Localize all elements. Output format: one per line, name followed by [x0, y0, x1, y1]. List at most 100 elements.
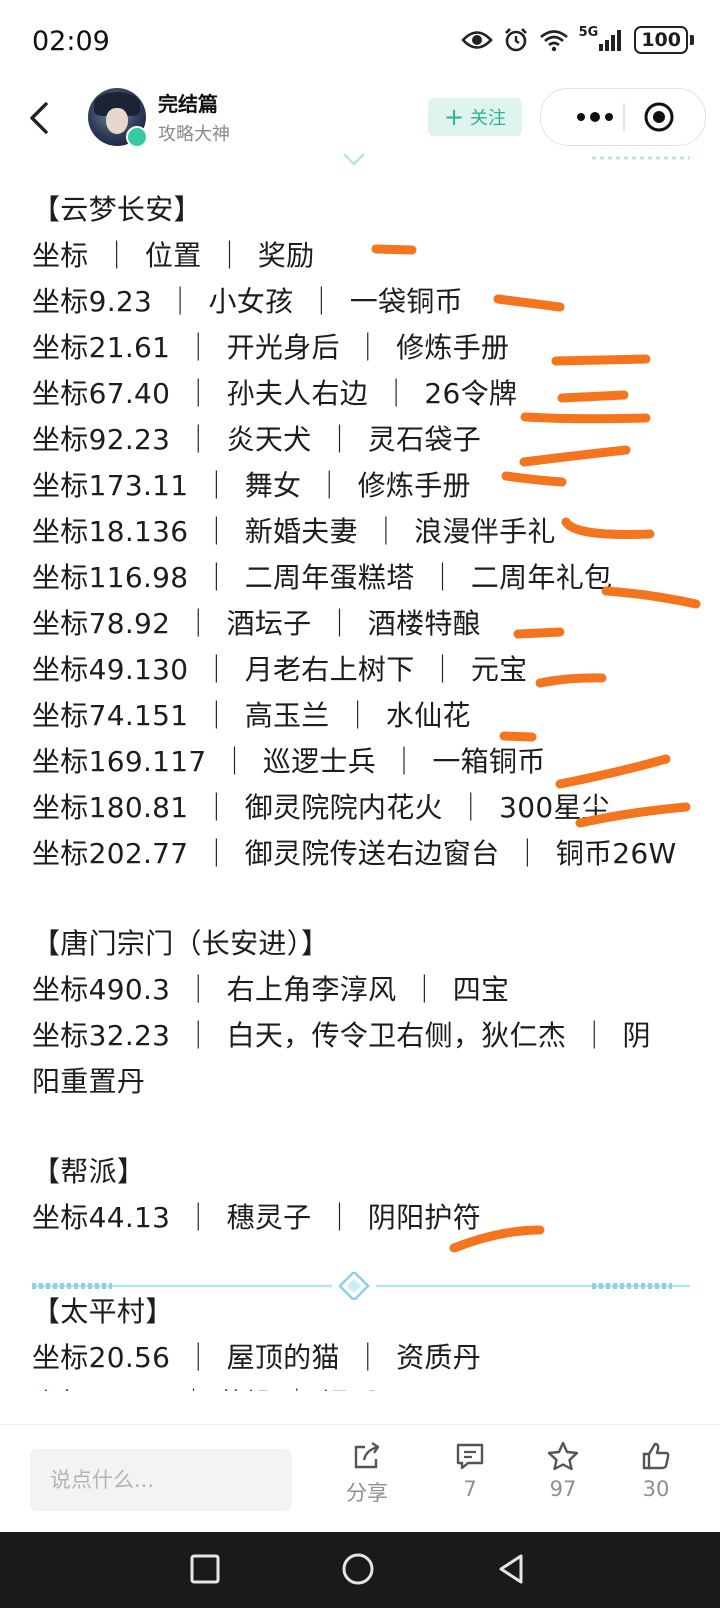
- separator: ｜: [184, 377, 213, 410]
- separator: ｜: [343, 699, 372, 732]
- reward-text: 二周年礼包: [470, 561, 613, 594]
- coordinate-text: 坐标78.92: [32, 607, 171, 640]
- like-count: 30: [642, 1477, 670, 1501]
- reward-text: 资质丹: [396, 1341, 481, 1374]
- location-text: 右上角李淳风: [226, 973, 397, 1006]
- home-button[interactable]: [340, 1552, 376, 1588]
- battery-level: 100: [634, 26, 688, 54]
- comment-button[interactable]: 7: [435, 1441, 505, 1501]
- target-icon: [644, 102, 674, 132]
- separator: ｜: [325, 423, 354, 456]
- separator: ｜: [580, 1019, 609, 1052]
- more-dot-icon: [577, 113, 585, 121]
- reward-text: 水仙花: [385, 699, 471, 732]
- location-text: 酒坛子: [226, 607, 312, 640]
- coordinate-row-continuation: 阳重置丹: [32, 1065, 146, 1098]
- reward-text: 修炼手册: [396, 331, 510, 364]
- section-divider-top: [343, 153, 690, 166]
- reward-text: 26令牌: [424, 377, 518, 410]
- favorite-button[interactable]: 97: [528, 1441, 598, 1501]
- separator: ｜: [184, 423, 213, 456]
- coordinate-row: 坐标169.117 ｜ 巡逻士兵 ｜ 一箱铜币: [32, 740, 546, 780]
- section-divider: [32, 1272, 690, 1300]
- coordinate-row: 坐标78.92 ｜ 酒坛子 ｜ 酒楼特酿: [32, 602, 481, 642]
- coordinate-row: 坐标202.77 ｜ 御灵院传送右边窗台 ｜ 铜币26W: [32, 832, 677, 872]
- coordinate-row: 坐标9.23 ｜ 小女孩 ｜ 一袋铜币: [32, 280, 463, 320]
- reward-text: 修炼手册: [357, 469, 471, 502]
- back-button[interactable]: [20, 94, 60, 142]
- reward-text: 阴: [622, 1019, 651, 1052]
- close-capsule-button[interactable]: [643, 101, 675, 133]
- coordinate-text: 坐标92.23: [32, 423, 171, 456]
- verified-badge-icon: [126, 126, 148, 148]
- coordinate-text: 坐标74.151: [32, 699, 189, 732]
- battery-icon: 100: [634, 26, 694, 54]
- location-text: 御灵院传送右边窗台: [244, 837, 500, 870]
- coordinate-text: 坐标32.23: [32, 1019, 171, 1052]
- location-text: 位置: [144, 239, 202, 272]
- star-icon: [547, 1441, 579, 1471]
- coordinate-text: 坐标21.61: [32, 331, 171, 364]
- separator: ｜: [202, 469, 231, 502]
- author-name[interactable]: 完结篇: [158, 88, 218, 117]
- separator: ｜: [202, 699, 231, 732]
- post-header: 完结篇 攻略大神 + 关注: [0, 84, 720, 158]
- separator: ｜: [371, 515, 401, 548]
- section-title: 【云梦长安】: [32, 193, 202, 226]
- separator: ｜: [202, 791, 231, 824]
- separator: ｜: [166, 285, 195, 318]
- separator: ｜: [456, 791, 486, 824]
- coordinate-row: 坐标116.98 ｜ 二周年蛋糕塔 ｜ 二周年礼包: [32, 556, 612, 596]
- coordinate-row: 坐标49.130 ｜ 月老右上树下 ｜ 元宝: [32, 648, 527, 688]
- separator: ｜: [202, 653, 231, 686]
- share-icon: [354, 1442, 380, 1469]
- recent-apps-button[interactable]: [188, 1552, 222, 1586]
- coordinate-text: 坐标18.136: [32, 515, 189, 548]
- location-text: 新婚夫妻: [244, 515, 358, 548]
- signal-icon: 5G: [578, 24, 625, 52]
- location-text: 穗灵子: [226, 1201, 312, 1234]
- coordinate-text: 坐标169.117: [32, 745, 207, 778]
- coordinate-row: 坐标20.56 ｜ 屋顶的猫 ｜ 资质丹: [32, 1336, 481, 1376]
- alarm-icon: [503, 27, 529, 53]
- separator: ｜: [184, 607, 213, 640]
- follow-button[interactable]: + 关注: [428, 98, 522, 136]
- separator: ｜: [315, 469, 344, 502]
- follow-label: 关注: [470, 108, 507, 129]
- share-button[interactable]: 分享: [332, 1441, 402, 1507]
- favorite-count: 97: [549, 1477, 577, 1501]
- reward-text: 300星尘: [499, 791, 611, 824]
- more-dot-icon: [605, 113, 613, 121]
- separator: ｜: [202, 837, 231, 870]
- reward-text: 灵石袋子: [367, 423, 481, 456]
- more-button[interactable]: [565, 89, 625, 145]
- separator: ｜: [390, 745, 419, 778]
- coordinate-text: 坐标173.11: [32, 469, 189, 502]
- location-text: 舞女: [244, 469, 302, 502]
- coordinate-row: 坐标21.61 ｜ 开光身后 ｜ 修炼手册: [32, 326, 509, 366]
- section-title: 【唐门宗门（长安进）】: [32, 927, 330, 960]
- section-title: 【帮派】: [32, 1155, 146, 1188]
- system-nav-bar: [0, 1532, 720, 1608]
- reward-text: 四宝: [452, 973, 510, 1006]
- reward-text: 酒楼特酿: [367, 607, 481, 640]
- location-text: 屋顶的猫: [226, 1341, 340, 1374]
- separator: ｜: [184, 1341, 213, 1374]
- location-text: 孙夫人右边: [226, 377, 369, 410]
- comment-input[interactable]: 说点什么...: [30, 1449, 292, 1511]
- separator: ｜: [428, 561, 457, 594]
- coordinate-text: 坐标44.13: [32, 1201, 171, 1234]
- coordinate-row: 坐标44.13 ｜ 穗灵子 ｜ 阴阳护符: [32, 1196, 481, 1236]
- location-text: 小女孩: [208, 285, 294, 318]
- location-text: 炎天犬: [226, 423, 312, 456]
- share-label: 分享: [346, 1481, 388, 1505]
- location-text: 御灵院院内花火: [244, 791, 443, 824]
- back-nav-button[interactable]: [495, 1552, 529, 1586]
- coordinate-text: 坐标9.23: [32, 285, 153, 318]
- coordinate-text: 坐标116.98: [32, 561, 189, 594]
- like-button[interactable]: 30: [621, 1441, 691, 1501]
- eye-icon: [460, 29, 493, 51]
- location-text: 白天，传令卫右侧，狄仁杰: [226, 1019, 567, 1052]
- network-label: 5G: [578, 24, 599, 40]
- coordinate-row: 坐标18.136 ｜ 新婚夫妻 ｜ 浪漫伴手礼: [32, 510, 556, 550]
